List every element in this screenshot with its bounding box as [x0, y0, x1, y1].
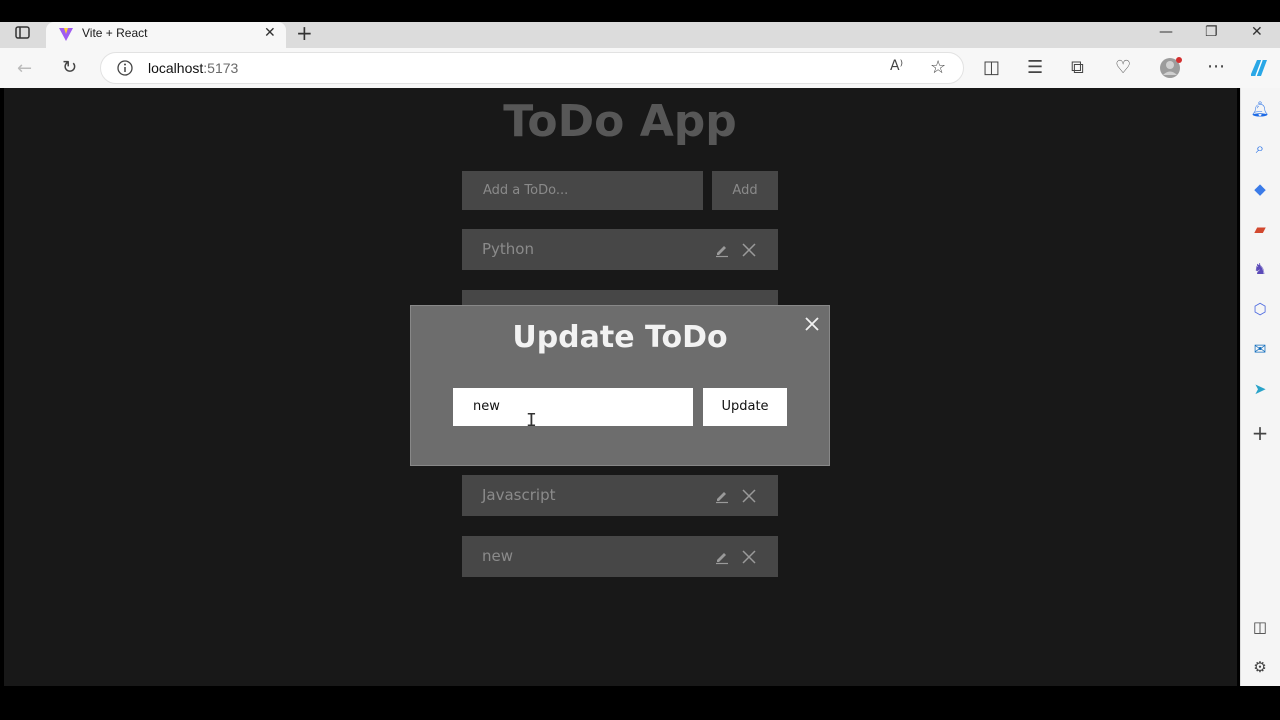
tab-close-icon[interactable]: ✕	[264, 25, 276, 41]
url-text[interactable]: localhost:5173	[148, 60, 238, 76]
todo-item: Javascript	[462, 475, 778, 516]
microsoft365-icon[interactable]: ⬡	[1249, 298, 1271, 320]
app-title: ToDo App	[503, 96, 737, 147]
todo-text: Python	[482, 240, 534, 258]
drop-send-icon[interactable]: ➤	[1249, 378, 1271, 400]
edit-pencil-icon[interactable]	[714, 488, 730, 504]
tools-briefcase-icon[interactable]: ▰	[1249, 218, 1271, 240]
notifications-bell-icon[interactable]: 🔔︎	[1249, 98, 1271, 120]
modal-close-icon[interactable]	[804, 316, 820, 332]
outlook-icon[interactable]: ✉	[1249, 338, 1271, 360]
vite-logo-icon	[58, 26, 74, 42]
copilot-icon[interactable]	[1247, 56, 1271, 80]
todo-text: Javascript	[482, 486, 556, 504]
favorite-star-icon[interactable]: ☆	[930, 57, 946, 78]
todo-text: new	[482, 547, 514, 565]
add-sidebar-app-icon[interactable]: +	[1249, 422, 1271, 444]
modal-title: Update ToDo	[512, 320, 728, 355]
minimize-icon[interactable]: —	[1159, 24, 1173, 40]
profile-avatar-icon[interactable]	[1159, 56, 1183, 80]
delete-x-icon[interactable]	[742, 488, 756, 503]
hide-sidebar-icon[interactable]: ◫	[1249, 616, 1271, 638]
url-port: :5173	[203, 60, 239, 76]
url-host: localhost	[148, 60, 204, 76]
games-chess-icon[interactable]: ♞	[1249, 258, 1271, 280]
refresh-icon[interactable]: ↻	[62, 57, 77, 78]
new-tab-icon[interactable]: +	[296, 21, 313, 45]
add-todo-input[interactable]: Add a ToDo...	[462, 171, 703, 210]
browser-essentials-icon[interactable]: ♡	[1115, 57, 1131, 78]
tab-title: Vite + React	[82, 26, 148, 40]
delete-x-icon[interactable]	[742, 549, 756, 564]
sidebar-settings-icon[interactable]: ⚙	[1249, 656, 1271, 678]
text-cursor-icon: I	[526, 410, 537, 431]
delete-x-icon[interactable]	[742, 242, 756, 257]
edit-pencil-icon[interactable]	[714, 242, 730, 258]
tab-actions-icon[interactable]	[14, 25, 32, 41]
collections-icon[interactable]: ⧉	[1071, 57, 1084, 78]
update-todo-input[interactable]: new	[453, 388, 693, 426]
split-screen-icon[interactable]: ◫	[983, 57, 1000, 78]
add-button[interactable]: Add	[712, 171, 778, 210]
back-icon[interactable]: ←	[17, 58, 32, 79]
shopping-tag-icon[interactable]: ◆	[1249, 178, 1271, 200]
favorites-icon[interactable]: ☰	[1027, 57, 1043, 78]
window-close-icon[interactable]: ✕	[1251, 24, 1263, 40]
todo-item: new	[462, 536, 778, 577]
edit-pencil-icon[interactable]	[714, 549, 730, 565]
os-top-bar	[0, 0, 1280, 22]
site-info-icon[interactable]	[116, 59, 134, 77]
update-button[interactable]: Update	[703, 388, 787, 426]
read-aloud-icon[interactable]: A⁾	[890, 58, 903, 74]
taskbar-edge	[0, 686, 1280, 720]
search-icon[interactable]: ⌕	[1249, 137, 1271, 159]
more-options-icon[interactable]: ⋯	[1207, 56, 1225, 77]
restore-icon[interactable]: ❐	[1205, 24, 1218, 40]
todo-item: Python	[462, 229, 778, 270]
